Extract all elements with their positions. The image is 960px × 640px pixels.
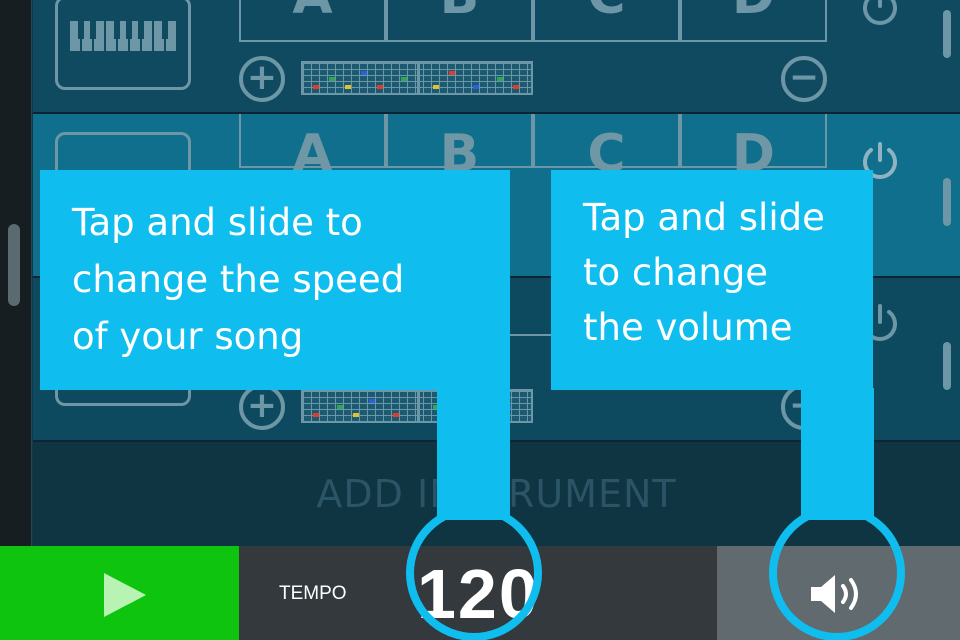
play-icon: [104, 573, 146, 617]
minus-icon[interactable]: −: [781, 56, 827, 102]
pattern-d-tab[interactable]: D: [680, 114, 827, 184]
pattern-d-tab[interactable]: D: [680, 0, 827, 42]
pattern-tabs: A B C D: [239, 114, 827, 184]
instrument-row-1[interactable]: A B C D + −: [33, 0, 960, 114]
tooltip-line: Tap and slide to: [72, 201, 363, 244]
piano-icon: [70, 21, 178, 51]
row-scroll-handle[interactable]: [943, 178, 951, 226]
pattern-b-tab[interactable]: B: [386, 0, 533, 42]
tooltip-line: change the speed: [72, 258, 405, 301]
tempo-label: TEMPO: [279, 583, 347, 604]
pattern-c-tab[interactable]: C: [533, 0, 680, 42]
pattern-tabs: A B C D: [239, 0, 827, 42]
plus-icon[interactable]: +: [239, 384, 285, 430]
instrument-selector[interactable]: [55, 0, 191, 90]
left-scroll-rail[interactable]: [0, 0, 32, 546]
pattern-a-tab[interactable]: A: [239, 0, 386, 42]
volume-tooltip: Tap and slide to change the volume: [551, 170, 873, 390]
tempo-highlight-ring: [406, 505, 542, 640]
plus-icon[interactable]: +: [239, 56, 285, 102]
tempo-tooltip-pointer: [437, 388, 510, 520]
left-scroll-handle[interactable]: [8, 224, 20, 306]
volume-tooltip-pointer: [801, 388, 874, 520]
row-scroll-handle[interactable]: [943, 10, 951, 58]
tempo-tooltip: Tap and slide to change the speed of you…: [40, 170, 510, 390]
sequence-grid[interactable]: [301, 61, 533, 95]
tooltip-line: to change: [583, 251, 769, 294]
play-button[interactable]: [0, 546, 239, 640]
row-scroll-handle[interactable]: [943, 342, 951, 390]
pattern-b-tab[interactable]: B: [386, 114, 533, 184]
tooltip-line: of your song: [72, 315, 304, 358]
power-icon[interactable]: [855, 0, 905, 32]
pattern-c-tab[interactable]: C: [533, 114, 680, 184]
tooltip-line: the volume: [583, 306, 793, 349]
volume-highlight-ring: [769, 505, 905, 640]
pattern-a-tab[interactable]: A: [239, 114, 386, 184]
app-screen: A B C D + − A B: [0, 0, 960, 640]
tooltip-line: Tap and slide: [583, 196, 825, 239]
